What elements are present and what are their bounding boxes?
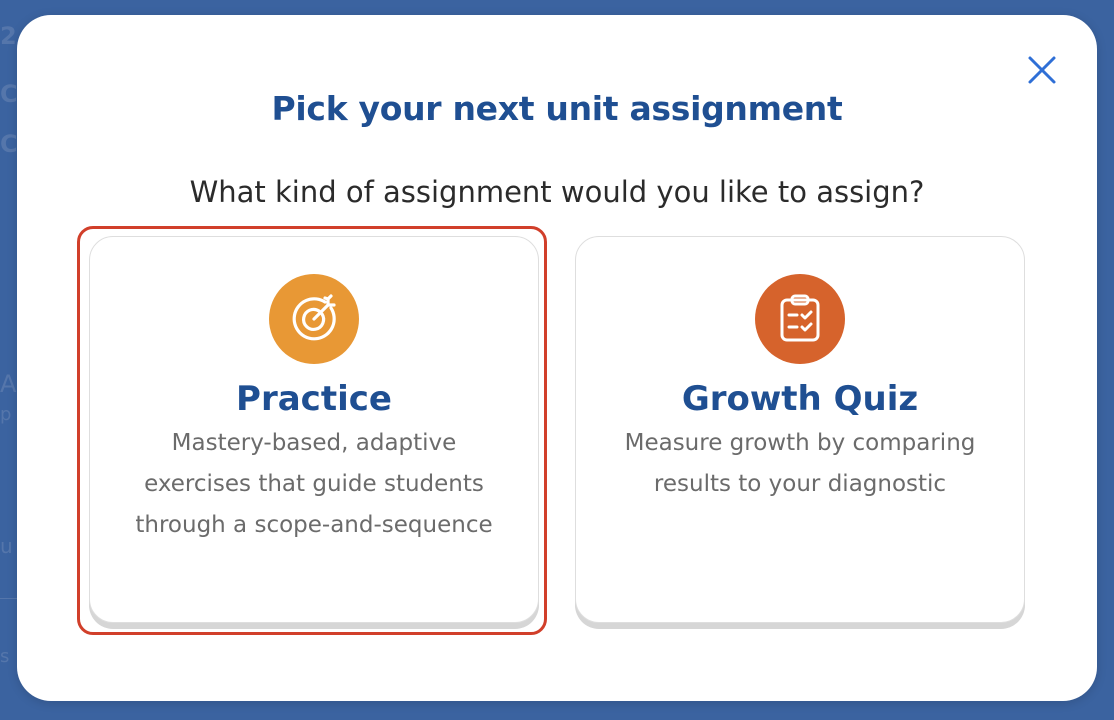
growth-quiz-title: Growth Quiz: [681, 379, 919, 419]
background-text: C: [0, 130, 18, 158]
background-text: u: [0, 534, 13, 558]
practice-option-card[interactable]: Practice Mastery-based, adaptive exercis…: [89, 236, 539, 623]
target-icon: [269, 274, 359, 364]
growth-quiz-option-card[interactable]: Growth Quiz Measure growth by comparing …: [575, 236, 1025, 623]
practice-description: Mastery-based, adaptive exercises that g…: [135, 430, 493, 538]
clipboard-check-icon: [755, 274, 845, 364]
assignment-modal: Pick your next unit assignment What kind…: [17, 15, 1097, 701]
modal-subtitle: What kind of assignment would you like t…: [189, 175, 925, 209]
close-button[interactable]: [1025, 53, 1059, 87]
modal-title: Pick your next unit assignment: [271, 89, 843, 128]
practice-title: Practice: [236, 379, 392, 419]
background-text: s: [0, 646, 10, 667]
background-text: 2: [0, 22, 17, 50]
background-text: A: [0, 370, 17, 398]
background-text: C: [0, 80, 18, 108]
close-icon: [1028, 56, 1056, 84]
background-text: p: [0, 404, 12, 425]
growth-quiz-description: Measure growth by comparing results to y…: [624, 430, 976, 497]
